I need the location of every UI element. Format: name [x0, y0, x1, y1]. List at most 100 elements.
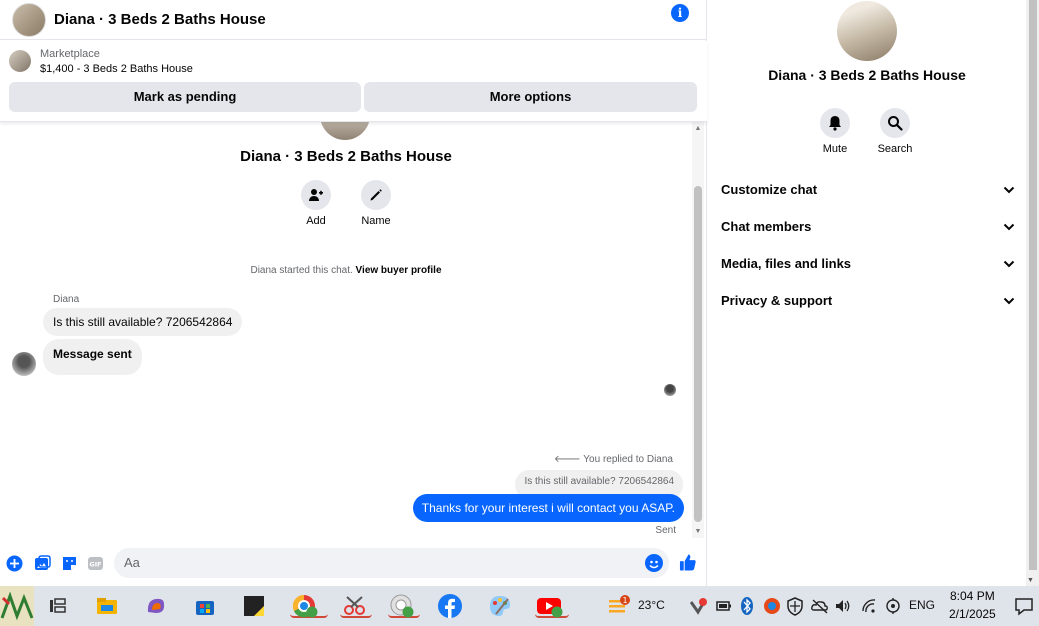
mute-label: Mute: [822, 143, 848, 155]
chat-scrollbar[interactable]: ▲ ▼: [692, 122, 704, 538]
marketplace-label: Marketplace: [40, 48, 100, 60]
emoji-icon[interactable]: [645, 554, 663, 572]
pencil-icon[interactable]: [361, 180, 391, 210]
chat-title[interactable]: Diana · 3 Beds 2 Baths House: [54, 11, 266, 28]
scroll-up-icon[interactable]: ▲: [692, 125, 704, 132]
clock-time[interactable]: 8:04 PM: [950, 589, 995, 603]
wifi-icon[interactable]: [860, 594, 878, 618]
chrome-profile-icon[interactable]: [388, 594, 420, 618]
conversation-name: Diana · 3 Beds 2 Baths House: [240, 148, 452, 165]
store-icon[interactable]: [193, 594, 217, 618]
battery-icon[interactable]: [715, 594, 733, 618]
info-icon[interactable]: i: [671, 4, 689, 22]
section-label: Chat members: [721, 218, 812, 234]
image-icon[interactable]: [33, 554, 51, 572]
message-list: Diana · 3 Beds 2 Baths House Add Name Di…: [0, 122, 692, 540]
chevron-down-icon[interactable]: [1003, 182, 1015, 197]
listing-thumbnail[interactable]: [9, 50, 31, 72]
page-scrollbar[interactable]: ▼: [1026, 0, 1039, 586]
chrome-icon[interactable]: [290, 594, 328, 618]
notifications-icon[interactable]: [1013, 594, 1035, 618]
weather-icon[interactable]: 1: [607, 594, 631, 618]
bell-icon[interactable]: [820, 108, 850, 138]
sender-name: Diana: [53, 294, 80, 305]
message-input[interactable]: Aa: [114, 548, 669, 578]
search-action[interactable]: Search: [865, 108, 925, 155]
add-person-icon[interactable]: [301, 180, 331, 210]
details-pane: Diana · 3 Beds 2 Baths House Mute Search…: [708, 0, 1026, 586]
chevron-down-icon[interactable]: [1003, 256, 1015, 271]
svg-text:GIF: GIF: [89, 560, 101, 568]
chevron-down-icon[interactable]: [1003, 293, 1015, 308]
reply-note: 🡐 You replied to Diana: [554, 453, 673, 465]
sender-avatar[interactable]: [12, 352, 36, 376]
composer: GIF Aa: [0, 540, 707, 584]
incoming-message[interactable]: Message sent: [43, 339, 142, 375]
details-avatar[interactable]: [837, 1, 897, 61]
section-privacy-support[interactable]: Privacy & support: [721, 289, 1015, 311]
search-icon[interactable]: [880, 108, 910, 138]
scroll-down-icon[interactable]: ▼: [1027, 577, 1034, 584]
paint-icon[interactable]: [488, 594, 512, 618]
clock-date[interactable]: 2/1/2025: [949, 607, 996, 621]
chat-avatar[interactable]: [12, 2, 46, 37]
more-options-button[interactable]: More options: [364, 82, 697, 112]
onedrive-offline-icon[interactable]: [810, 594, 830, 618]
plus-icon[interactable]: [5, 554, 23, 572]
reply-note-text: You replied to Diana: [583, 454, 673, 465]
seen-indicator-avatar: [664, 384, 676, 396]
network-alert-icon[interactable]: [689, 594, 708, 618]
add-people-action[interactable]: Add: [286, 180, 346, 227]
thumbs-up-icon[interactable]: [679, 553, 697, 571]
mute-action[interactable]: Mute: [805, 108, 865, 155]
reply-arrow-icon: 🡐: [553, 454, 581, 465]
section-chat-members[interactable]: Chat members: [721, 215, 1015, 237]
details-name: Diana · 3 Beds 2 Baths House: [768, 67, 966, 83]
chat-scroll-thumb[interactable]: [694, 186, 702, 522]
taskbar: 1 23°C ENG 8:04 PM 2/1/2025: [0, 586, 1039, 626]
started-text: Diana started this chat.: [250, 265, 353, 276]
screen: Diana · 3 Beds 2 Baths House i Marketpla…: [0, 0, 1039, 626]
view-buyer-profile-link[interactable]: View buyer profile: [356, 265, 442, 276]
section-label: Media, files and links: [721, 255, 852, 271]
section-label: Privacy & support: [721, 292, 833, 308]
location-icon[interactable]: [884, 594, 902, 618]
scroll-down-icon[interactable]: ▼: [692, 528, 704, 535]
gif-icon[interactable]: GIF: [86, 554, 104, 572]
security-app-icon[interactable]: [762, 594, 782, 618]
add-label: Add: [306, 215, 326, 227]
weather-temperature[interactable]: 23°C: [638, 598, 665, 612]
volume-icon[interactable]: [834, 594, 852, 618]
marketplace-banner: Marketplace $1,400 - 3 Beds 2 Baths Hous…: [0, 41, 707, 122]
snipping-tool-icon[interactable]: [340, 594, 372, 618]
task-view-icon[interactable]: [46, 594, 70, 618]
chat-header: Diana · 3 Beds 2 Baths House i: [0, 0, 707, 40]
chat-started-notice: Diana started this chat. View buyer prof…: [0, 265, 692, 276]
mark-as-pending-button[interactable]: Mark as pending: [9, 82, 361, 112]
language-indicator[interactable]: ENG: [909, 598, 935, 612]
page-scroll-thumb[interactable]: [1029, 0, 1037, 570]
defender-shield-icon[interactable]: [786, 594, 804, 618]
weather-badge: 1: [622, 596, 627, 605]
outgoing-message[interactable]: Thanks for your interest i will contact …: [412, 494, 684, 522]
chat-pane: Diana · 3 Beds 2 Baths House i Marketpla…: [0, 0, 707, 586]
section-label: Customize chat: [721, 181, 818, 197]
facebook-icon[interactable]: [438, 594, 462, 618]
name-action[interactable]: Name: [346, 180, 406, 227]
youtube-icon[interactable]: [535, 594, 569, 618]
sticker-icon[interactable]: [60, 554, 78, 572]
chevron-down-icon[interactable]: [1003, 219, 1015, 234]
section-customize-chat[interactable]: Customize chat: [721, 178, 1015, 200]
bluetooth-icon[interactable]: [738, 594, 756, 618]
search-label: Search: [877, 143, 913, 155]
listing-title[interactable]: $1,400 - 3 Beds 2 Baths House: [40, 63, 193, 75]
sticky-notes-icon[interactable]: [242, 594, 266, 618]
incoming-message[interactable]: Is this still available? 7206542864: [43, 308, 243, 336]
conversation-avatar: [320, 122, 370, 140]
sent-status: Sent: [655, 525, 676, 536]
name-label: Name: [361, 215, 391, 227]
file-explorer-icon[interactable]: [95, 594, 119, 618]
section-media-files-links[interactable]: Media, files and links: [721, 252, 1015, 274]
start-icon[interactable]: [0, 586, 34, 626]
copilot-icon[interactable]: [144, 594, 168, 618]
